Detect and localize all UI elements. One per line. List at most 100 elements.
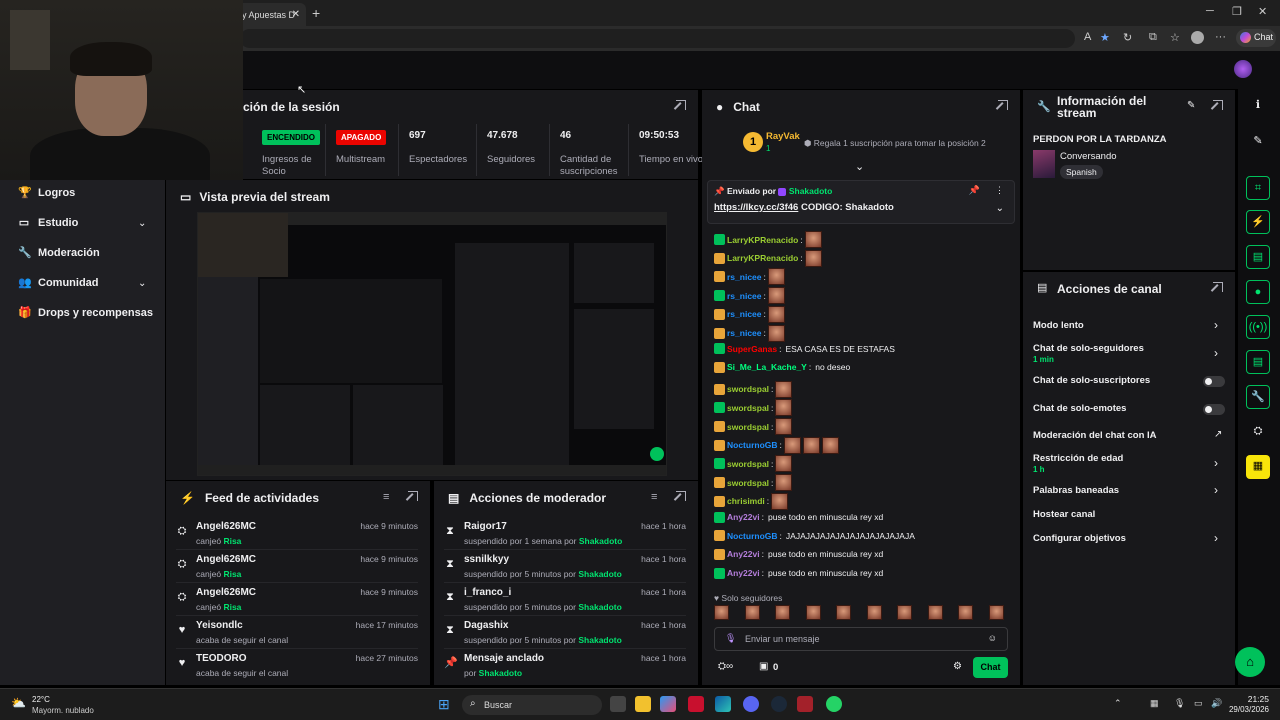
points-icon[interactable]: ⛭ — [1246, 420, 1270, 444]
chevron-down-icon[interactable]: ⌄ — [996, 203, 1004, 214]
popout-icon[interactable] — [1213, 282, 1223, 292]
top-gifter-name[interactable]: RayVak — [766, 131, 800, 142]
extensions-icon[interactable]: ⧉ — [1149, 31, 1157, 44]
bolt-icon[interactable]: ⚡ — [1246, 210, 1270, 234]
chat-emote[interactable] — [775, 474, 793, 492]
clock-time[interactable]: 21:25 — [1227, 694, 1269, 704]
more-menu-icon[interactable]: ··· — [1215, 31, 1226, 43]
emoji-picker-icon[interactable]: ☺ — [988, 633, 997, 643]
chat-username[interactable]: swordspal — [727, 459, 769, 469]
chat-username[interactable]: swordspal — [727, 422, 769, 432]
chevron-right-icon[interactable]: › — [1214, 483, 1218, 497]
more-options-icon[interactable]: ⋮ — [995, 185, 1004, 196]
emote-picker-item[interactable] — [744, 605, 760, 620]
edit-pencil-icon[interactable]: ✎ — [1246, 130, 1270, 154]
emote-picker-item[interactable] — [958, 605, 973, 620]
chat-username[interactable]: NocturnoGB — [727, 440, 778, 450]
read-aloud-icon[interactable]: A — [1084, 31, 1091, 43]
user-avatar[interactable] — [1234, 60, 1252, 78]
emote-picker-item[interactable] — [805, 605, 821, 620]
chat-username[interactable]: LarryKPRenacido — [727, 235, 798, 245]
info-icon[interactable]: ℹ — [1246, 94, 1270, 118]
stream-category[interactable]: Conversando — [1060, 151, 1117, 162]
emote-picker-item[interactable] — [775, 605, 790, 620]
category-boxart[interactable] — [1033, 150, 1055, 178]
feed-user[interactable]: Angel626MC — [196, 554, 256, 565]
new-tab-button[interactable]: + — [312, 5, 320, 21]
maximize-icon[interactable]: ❐ — [1232, 5, 1242, 18]
network-icon[interactable]: ▦ — [1150, 698, 1159, 709]
popout-icon[interactable] — [1213, 100, 1223, 110]
gift-sub-prompt[interactable]: ⬢ Regala 1 suscripción para tomar la pos… — [804, 138, 986, 149]
action-age-restriction[interactable]: Restricción de edad 1 h — [1033, 453, 1123, 474]
popout-icon[interactable] — [998, 100, 1008, 110]
game-icon[interactable] — [797, 696, 813, 712]
chevron-right-icon[interactable]: › — [1214, 318, 1218, 332]
action-slow-mode[interactable]: Modo lento — [1033, 320, 1084, 331]
favorite-star-icon[interactable]: ★ — [1100, 31, 1110, 44]
chat-username[interactable]: Any22vi — [727, 568, 760, 578]
sidebar-item-estudio[interactable]: ▭ Estudio — [18, 217, 79, 229]
chat-emote[interactable] — [783, 436, 801, 454]
chevron-right-icon[interactable]: › — [1214, 456, 1218, 470]
chat-username[interactable]: NocturnoGB — [727, 531, 778, 541]
channel-points-icon[interactable]: ⛭∞ — [718, 661, 733, 672]
display-icon[interactable]: ▭ — [1194, 698, 1203, 709]
filter-icon[interactable]: ≡ — [651, 491, 657, 503]
chat-username[interactable]: rs_nicee — [727, 309, 762, 319]
action-emote-only[interactable]: Chat de solo-emotes — [1033, 403, 1126, 414]
emote-picker-item[interactable] — [866, 605, 882, 620]
profile-avatar-icon[interactable] — [1191, 31, 1204, 44]
emote-picker-item[interactable] — [988, 605, 1004, 620]
chat-username[interactable]: Any22vi — [727, 549, 760, 559]
pin-icon[interactable]: 📌 — [969, 185, 980, 196]
windows-start-icon[interactable]: ⊞ — [438, 696, 450, 713]
file-explorer-icon[interactable] — [635, 696, 651, 712]
edit-pencil-icon[interactable]: ✎ — [1187, 100, 1195, 111]
chat-emote[interactable] — [767, 268, 785, 286]
feed-user[interactable]: Angel626MC — [196, 587, 256, 598]
chat-emote[interactable] — [775, 380, 793, 398]
steam-icon[interactable] — [771, 696, 787, 712]
chat-username[interactable]: swordspal — [727, 403, 769, 413]
chat-username[interactable]: rs_nicee — [727, 291, 762, 301]
leaderboard-collapse-icon[interactable]: ⌄ — [855, 160, 864, 173]
volume-icon[interactable]: 🔊 — [1211, 698, 1222, 709]
clock-date[interactable]: 29/03/2026 — [1224, 705, 1269, 714]
discord-icon[interactable] — [743, 696, 759, 712]
chat-username[interactable]: SuperGanas — [727, 344, 777, 354]
minimize-icon[interactable]: ─ — [1206, 5, 1214, 17]
chat-emote[interactable] — [775, 455, 793, 473]
popout-icon[interactable] — [408, 491, 418, 501]
task-view-icon[interactable] — [610, 696, 626, 712]
sidebar-item-comunidad[interactable]: 👥 Comunidad — [18, 277, 99, 289]
emote-picker-item[interactable] — [927, 605, 943, 620]
chat-send-button[interactable]: Chat — [973, 657, 1008, 678]
sidebar-item-logros[interactable]: 🏆 Logros — [18, 187, 75, 199]
action-subs-only[interactable]: Chat de solo-suscriptores — [1033, 375, 1150, 386]
emote-picker-item[interactable] — [897, 605, 912, 620]
subs-only-toggle[interactable] — [1203, 376, 1225, 387]
chat-emote[interactable] — [771, 492, 789, 510]
microphone-icon[interactable]: 🎙 — [1174, 698, 1185, 709]
weather-icon[interactable]: ⛅ — [11, 696, 26, 710]
mod-target-user[interactable]: Mensaje anclado — [464, 653, 544, 664]
feed-user[interactable]: TEODORO — [196, 653, 247, 664]
mod-target-user[interactable]: Raigor17 — [464, 521, 507, 532]
pinned-by-user[interactable]: Shakadoto — [789, 186, 832, 196]
edge-icon[interactable] — [715, 696, 731, 712]
tray-overflow-icon[interactable]: ⌃ — [1114, 698, 1122, 709]
chat-username[interactable]: rs_nicee — [727, 272, 762, 282]
whatsapp-icon[interactable] — [826, 696, 842, 712]
popout-icon[interactable] — [676, 491, 686, 501]
chat-emote[interactable] — [802, 436, 820, 454]
action-host-channel[interactable]: Hostear canal — [1033, 509, 1095, 520]
mod-target-user[interactable]: i_franco_i — [464, 587, 511, 598]
chat-username[interactable]: chrisimdi — [727, 496, 765, 506]
tab-close-icon[interactable]: ✕ — [292, 9, 300, 20]
chat-settings-gear-icon[interactable]: ⚙ — [953, 661, 962, 672]
chat-bubble-icon[interactable]: ● — [1246, 280, 1270, 304]
chevron-right-icon[interactable]: › — [1214, 346, 1218, 360]
chat-username[interactable]: LarryKPRenacido — [727, 253, 798, 263]
favorites-icon[interactable]: ☆ — [1170, 31, 1180, 44]
